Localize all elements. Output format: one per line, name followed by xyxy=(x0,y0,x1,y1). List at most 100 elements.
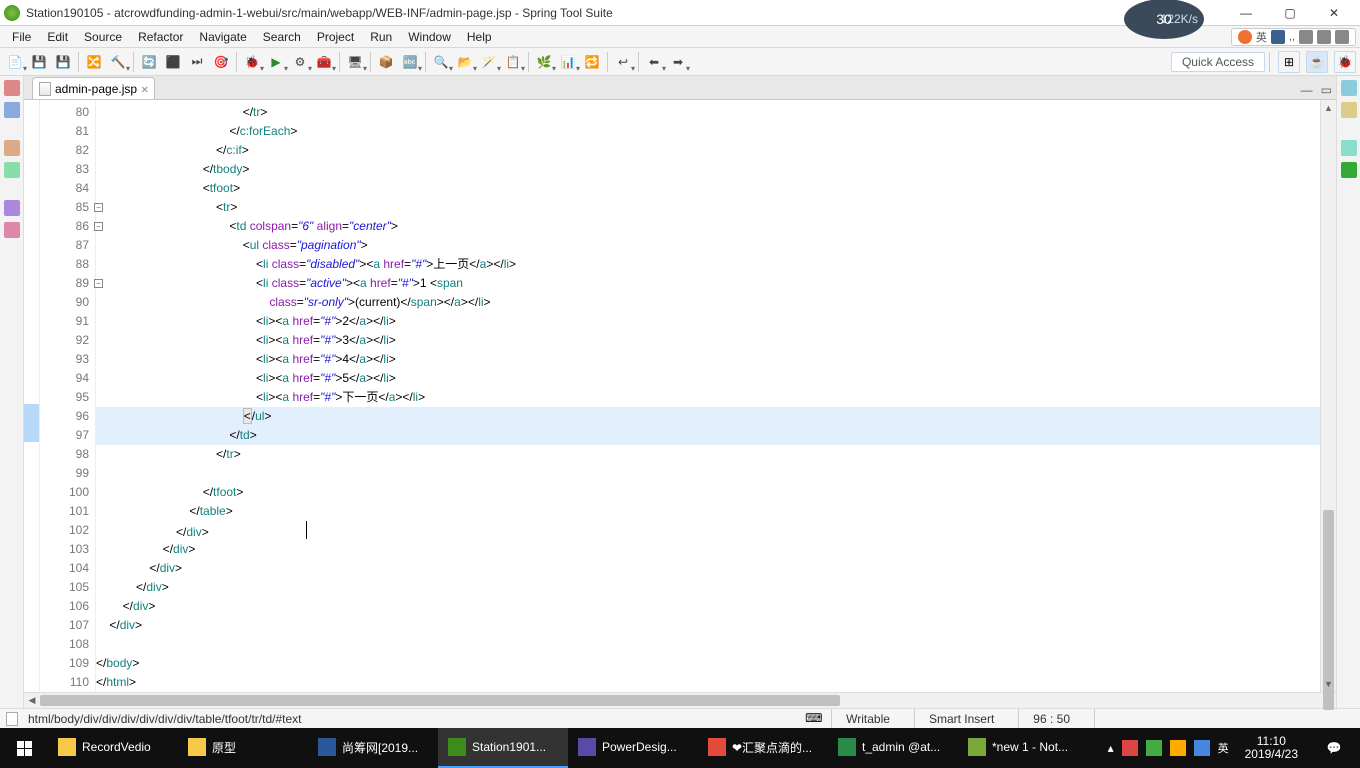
type-button[interactable]: 🔤 xyxy=(399,51,421,73)
minimize-button[interactable]: — xyxy=(1224,1,1268,25)
taskbar-item[interactable]: PowerDesig... xyxy=(568,728,698,768)
file-icon xyxy=(6,712,18,726)
skip-button[interactable]: ⏭ xyxy=(186,51,208,73)
taskbar-item[interactable]: *new 1 - Not... xyxy=(958,728,1088,768)
taskbar-item[interactable]: RecordVedio xyxy=(48,728,178,768)
refresh-button[interactable]: 🔄 xyxy=(138,51,160,73)
build-button[interactable]: 🔨 xyxy=(107,51,129,73)
task-label: *new 1 - Not... xyxy=(992,740,1068,754)
console-icon[interactable] xyxy=(4,162,20,178)
tray-icon-3[interactable] xyxy=(1170,740,1186,756)
spring-icon[interactable] xyxy=(1341,162,1357,178)
menu-project[interactable]: Project xyxy=(309,28,362,46)
task-icon xyxy=(448,738,466,756)
statusbar: html/body/div/div/div/div/div/div/table/… xyxy=(0,708,1360,728)
keyboard-status-icon[interactable]: ⌨ xyxy=(805,711,821,727)
back-button[interactable]: ⬅ xyxy=(643,51,665,73)
titlebar: Station190105 - atcrowdfunding-admin-1-w… xyxy=(0,0,1360,26)
scroll-down-icon[interactable]: ▼ xyxy=(1321,676,1336,692)
outline-icon[interactable] xyxy=(1341,80,1357,96)
java-perspective-button[interactable]: ☕ xyxy=(1306,51,1328,73)
project-explorer-icon[interactable] xyxy=(4,80,20,96)
window-title: Station190105 - atcrowdfunding-admin-1-w… xyxy=(26,6,1124,20)
wizard-button[interactable]: 🪄 xyxy=(478,51,500,73)
network-widget[interactable]: 30 122K/s xyxy=(1124,0,1204,39)
nav-back-button[interactable]: ↩ xyxy=(612,51,634,73)
maximize-button[interactable]: ▢ xyxy=(1268,1,1312,25)
taskbar-item[interactable]: t_admin @at... xyxy=(828,728,958,768)
taskbar-item[interactable]: 尚筹网[2019... xyxy=(308,728,438,768)
taskbar-item[interactable]: Station1901... xyxy=(438,728,568,768)
problems-icon[interactable] xyxy=(4,200,20,216)
debug-button[interactable]: 🐞 xyxy=(241,51,263,73)
taskbar-item[interactable]: ❤汇聚点滴的... xyxy=(698,728,828,768)
menu-source[interactable]: Source xyxy=(76,28,130,46)
menu-window[interactable]: Window xyxy=(400,28,459,46)
breadcrumb-path[interactable]: html/body/div/div/div/div/div/div/table/… xyxy=(28,712,795,726)
navigator-icon[interactable] xyxy=(4,102,20,118)
run-button[interactable]: ▶ xyxy=(265,51,287,73)
menu-search[interactable]: Search xyxy=(255,28,309,46)
wrench-icon xyxy=(1335,30,1349,44)
new-server-button[interactable]: 🖥 xyxy=(344,51,366,73)
task-list-icon[interactable] xyxy=(1341,102,1357,118)
tray-icon-1[interactable] xyxy=(1122,740,1138,756)
action-center-icon[interactable]: 💬 xyxy=(1314,741,1354,755)
search-button[interactable]: 🔍 xyxy=(430,51,452,73)
save-all-button[interactable]: 💾 xyxy=(52,51,74,73)
tray-icon-2[interactable] xyxy=(1146,740,1162,756)
switch-button[interactable]: 🔀 xyxy=(83,51,105,73)
taskbar-item[interactable]: 原型 xyxy=(178,728,308,768)
menu-edit[interactable]: Edit xyxy=(39,28,76,46)
task-label: 尚筹网[2019... xyxy=(342,739,418,756)
code-area[interactable]: </tr> </c:forEach> </c:if> </tbody> <tfo… xyxy=(96,100,1320,692)
menu-navigate[interactable]: Navigate xyxy=(191,28,254,46)
git-button[interactable]: 🌿 xyxy=(533,51,555,73)
save-button[interactable]: 💾 xyxy=(28,51,50,73)
servers-icon[interactable] xyxy=(4,140,20,156)
scroll-up-icon[interactable]: ▲ xyxy=(1321,100,1336,116)
tab-close-icon[interactable]: ✕ xyxy=(141,82,148,96)
scroll-left-icon[interactable]: ◀ xyxy=(24,695,40,706)
debug-perspective-button[interactable]: 🐞 xyxy=(1334,51,1356,73)
windows-logo-icon xyxy=(17,741,32,756)
stop-button[interactable]: ⬛ xyxy=(162,51,184,73)
menu-help[interactable]: Help xyxy=(459,28,500,46)
boot-dash-icon[interactable] xyxy=(1341,140,1357,156)
package-button[interactable]: 📦 xyxy=(375,51,397,73)
horizontal-scrollbar[interactable]: ◀ ▶ xyxy=(24,692,1336,708)
open-button[interactable]: 📂 xyxy=(454,51,476,73)
dashboard-button[interactable]: 📊 xyxy=(557,51,579,73)
task-button[interactable]: 📋 xyxy=(502,51,524,73)
task-icon xyxy=(708,738,726,756)
target-button[interactable]: 🎯 xyxy=(210,51,232,73)
tab-label: admin-page.jsp xyxy=(55,82,137,96)
start-button[interactable] xyxy=(0,728,48,768)
ime-indicator[interactable]: 英 ,, xyxy=(1231,28,1356,46)
menu-file[interactable]: File xyxy=(4,28,39,46)
menu-refactor[interactable]: Refactor xyxy=(130,28,191,46)
editor-tab-admin-page[interactable]: admin-page.jsp ✕ xyxy=(32,77,155,99)
app-icon xyxy=(4,5,20,21)
new-button[interactable]: 📄 xyxy=(4,51,26,73)
hscroll-thumb[interactable] xyxy=(40,695,840,706)
clock[interactable]: 11:10 2019/4/23 xyxy=(1237,735,1306,761)
forward-button[interactable]: ➡ xyxy=(667,51,689,73)
relaunch-button[interactable]: 🔁 xyxy=(581,51,603,73)
quick-access[interactable]: Quick Access xyxy=(1171,52,1265,72)
ime-tray[interactable]: 英 xyxy=(1218,740,1229,756)
task-icon xyxy=(58,738,76,756)
close-button[interactable]: ✕ xyxy=(1312,1,1356,25)
progress-icon[interactable] xyxy=(4,222,20,238)
tray-chevron-icon[interactable]: ▴ xyxy=(1108,741,1114,755)
maximize-view-button[interactable]: ▭ xyxy=(1317,81,1336,99)
task-label: 原型 xyxy=(212,739,236,756)
vertical-scrollbar[interactable]: ▲ ▼ xyxy=(1320,100,1336,692)
ext-tools-button[interactable]: 🧰 xyxy=(313,51,335,73)
run-config-button[interactable]: ⚙ xyxy=(289,51,311,73)
minimize-view-button[interactable]: — xyxy=(1297,81,1317,99)
tray-icon-4[interactable] xyxy=(1194,740,1210,756)
ime-icon xyxy=(1238,30,1252,44)
menu-run[interactable]: Run xyxy=(362,28,400,46)
open-perspective-button[interactable]: ⊞ xyxy=(1278,51,1300,73)
